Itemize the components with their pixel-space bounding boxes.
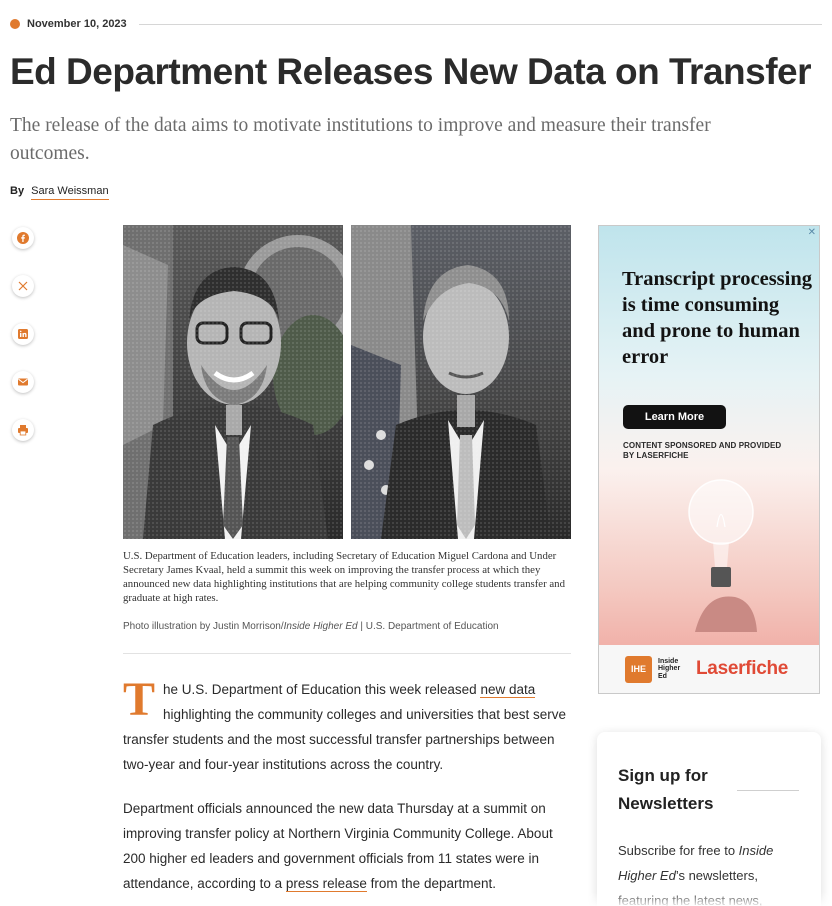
photo-miguel-cardona bbox=[123, 225, 343, 539]
photo-credit: Photo illustration by Justin Morrison/In… bbox=[123, 621, 571, 632]
dateline: November 10, 2023 bbox=[10, 16, 822, 32]
photo-james-kvaal bbox=[351, 225, 571, 539]
article-subtitle: The release of the data aims to motivate… bbox=[10, 115, 711, 164]
linkedin-share-button[interactable] bbox=[12, 323, 34, 345]
image-caption: U.S. Department of Education leaders, in… bbox=[123, 550, 565, 604]
ad-footer: IHE Inside Higher Ed Laserfiche bbox=[599, 645, 819, 693]
newsletter-divider bbox=[737, 790, 799, 791]
press-release-link[interactable]: press release bbox=[285, 876, 367, 892]
laserfiche-logo: Laserfiche bbox=[696, 658, 789, 679]
page-fade bbox=[0, 892, 832, 906]
ad-close-icon[interactable]: ✕ bbox=[808, 228, 816, 238]
ihe-logo: IHE bbox=[625, 655, 652, 683]
publish-date: November 10, 2023 bbox=[27, 18, 127, 30]
paragraph-text: he U.S. Department of Education this wee… bbox=[163, 682, 481, 697]
caption-divider bbox=[123, 653, 571, 654]
print-button[interactable] bbox=[12, 419, 34, 441]
date-dot bbox=[10, 19, 20, 29]
article-title: Ed Department Releases New Data on Trans… bbox=[10, 51, 812, 92]
paragraph-text: from the department. bbox=[366, 876, 496, 891]
x-share-button[interactable] bbox=[12, 275, 34, 297]
facebook-share-button[interactable] bbox=[12, 227, 34, 249]
date-divider bbox=[138, 23, 822, 25]
newsletter-signup-card: Sign up for Newsletters Subscribe for fr… bbox=[597, 732, 821, 906]
email-icon bbox=[18, 378, 28, 386]
new-data-link[interactable]: new data bbox=[480, 682, 536, 698]
body-paragraph: The U.S. Department of Education this we… bbox=[123, 673, 573, 777]
print-icon bbox=[18, 425, 28, 436]
sponsored-ad[interactable]: ✕ Transcript processing is time consumin… bbox=[598, 225, 820, 694]
share-bar bbox=[12, 227, 34, 467]
lightbulb-icon bbox=[688, 479, 757, 632]
credit-publication: Inside Higher Ed bbox=[283, 621, 358, 632]
facebook-icon bbox=[17, 232, 29, 244]
author-link[interactable]: Sara Weissman bbox=[31, 185, 109, 200]
email-share-button[interactable] bbox=[12, 371, 34, 393]
body-paragraph: Department officials announced the new d… bbox=[123, 796, 573, 896]
ihe-wordmark: Inside Higher Ed bbox=[658, 657, 681, 680]
newsletter-title: Sign up for Newsletters bbox=[618, 766, 714, 813]
learn-more-button[interactable]: Learn More bbox=[623, 405, 726, 429]
credit-prefix: Photo illustration by Justin Morrison/ bbox=[123, 621, 284, 632]
linkedin-icon bbox=[18, 329, 28, 339]
drop-cap: T bbox=[123, 673, 156, 726]
byline-prefix: By bbox=[10, 185, 25, 197]
ad-headline: Transcript processing is time consuming … bbox=[622, 268, 813, 368]
ad-sponsor-note: CONTENT SPONSORED AND PROVIDED BY LASERF… bbox=[623, 441, 782, 460]
credit-suffix: | U.S. Department of Education bbox=[357, 621, 499, 632]
paragraph-text: highlighting the community colleges and … bbox=[123, 707, 566, 772]
x-icon bbox=[18, 281, 28, 291]
newsletter-text: Subscribe for free to bbox=[618, 843, 739, 858]
hero-image bbox=[123, 225, 571, 539]
byline: By Sara Weissman bbox=[10, 185, 109, 200]
